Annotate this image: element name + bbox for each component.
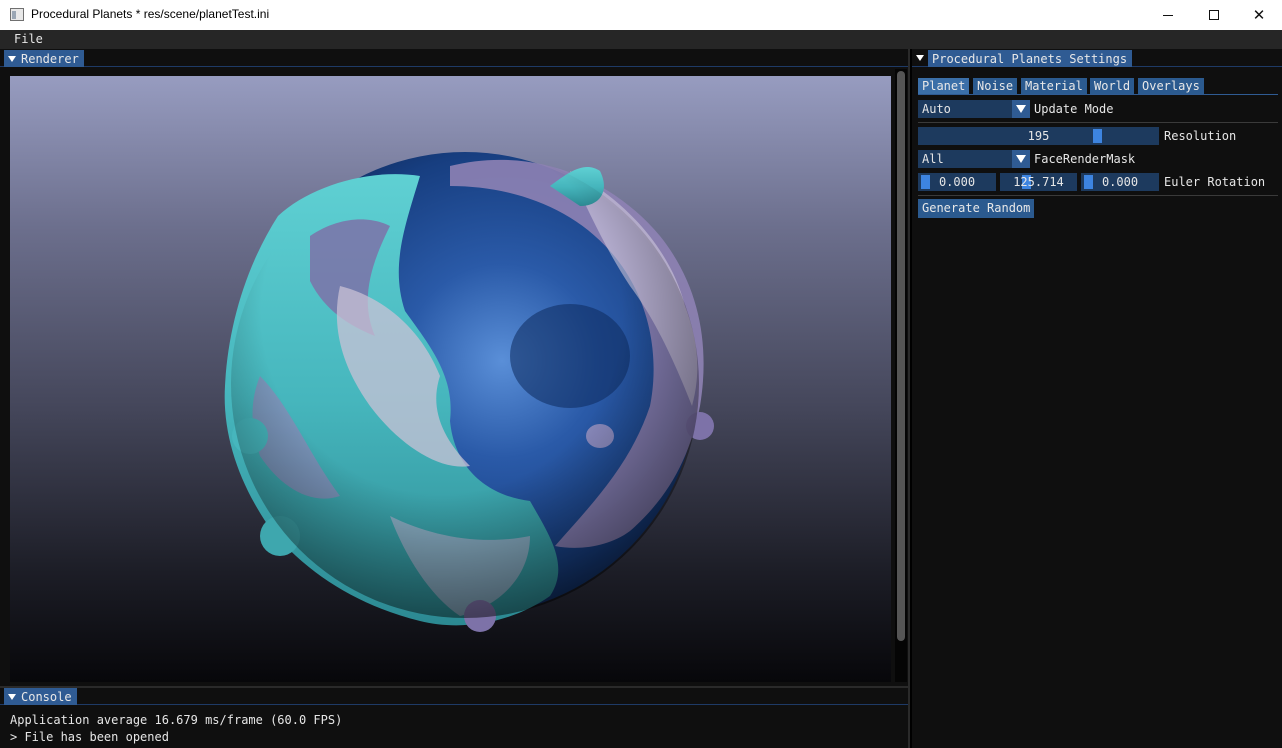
settings-tab[interactable]: Procedural Planets Settings bbox=[928, 50, 1133, 67]
euler-rotation-label: Euler Rotation bbox=[1164, 175, 1266, 189]
console-line: > File has been opened bbox=[10, 730, 169, 744]
face-render-mask-dropdown-button[interactable] bbox=[1012, 150, 1030, 168]
minimize-button[interactable] bbox=[1145, 0, 1191, 30]
chevron-down-icon bbox=[1016, 105, 1026, 113]
maximize-icon bbox=[1209, 10, 1219, 20]
euler-rotation-x-slider[interactable]: 0.000 bbox=[918, 173, 996, 191]
maximize-button[interactable] bbox=[1191, 0, 1237, 30]
generate-random-button[interactable]: Generate Random bbox=[918, 199, 1035, 218]
minimize-icon bbox=[1163, 14, 1173, 16]
window-title: Procedural Planets * res/scene/planetTes… bbox=[31, 7, 270, 21]
update-mode-label: Update Mode bbox=[1034, 102, 1114, 116]
euler-rotation-z-slider[interactable]: 0.000 bbox=[1081, 173, 1159, 191]
settings-window: Procedural Planets Settings Planet Noise… bbox=[912, 49, 1282, 748]
tab-underline bbox=[918, 94, 1278, 95]
planet-render bbox=[224, 150, 714, 632]
menu-file[interactable]: File bbox=[14, 32, 43, 46]
tab-overlays[interactable]: Overlays bbox=[1138, 78, 1204, 94]
euler-rotation-y-slider[interactable]: 125.714 bbox=[1000, 173, 1077, 191]
update-mode-value: Auto bbox=[922, 102, 951, 116]
console-tab[interactable]: Console bbox=[4, 688, 77, 705]
window-titlebar: Procedural Planets * res/scene/planetTes… bbox=[0, 0, 1282, 30]
tab-world[interactable]: World bbox=[1090, 78, 1135, 94]
euler-rotation-z-value: 0.000 bbox=[1101, 175, 1139, 189]
euler-rotation-x-grab[interactable] bbox=[921, 175, 930, 189]
renderer-scrollbar-thumb[interactable] bbox=[897, 71, 905, 641]
settings-header: Procedural Planets Settings bbox=[912, 49, 1282, 67]
tab-noise[interactable]: Noise bbox=[973, 78, 1018, 94]
collapse-icon[interactable] bbox=[8, 693, 16, 700]
app-icon bbox=[10, 8, 24, 21]
console-window: Console Application average 16.679 ms/fr… bbox=[0, 686, 910, 748]
renderer-tab[interactable]: Renderer bbox=[4, 50, 84, 67]
renderer-window: Renderer bbox=[0, 49, 910, 686]
face-render-mask-label: FaceRenderMask bbox=[1034, 152, 1136, 166]
collapse-icon[interactable] bbox=[916, 55, 924, 61]
tab-planet[interactable]: Planet bbox=[918, 78, 970, 94]
separator bbox=[918, 195, 1278, 196]
renderer-scrollbar[interactable] bbox=[895, 69, 907, 682]
update-mode-combo[interactable]: Auto bbox=[918, 100, 1030, 118]
collapse-icon[interactable] bbox=[8, 55, 16, 62]
resolution-slider[interactable]: 195 bbox=[918, 127, 1159, 145]
close-button[interactable]: ✕ bbox=[1236, 0, 1282, 30]
euler-rotation-y-value: 125.714 bbox=[1013, 175, 1064, 189]
renderer-header: Renderer bbox=[0, 49, 908, 67]
planet-shading bbox=[231, 150, 699, 618]
console-header: Console bbox=[0, 688, 908, 705]
euler-rotation-x-value: 0.000 bbox=[938, 175, 976, 189]
euler-rotation-z-grab[interactable] bbox=[1084, 175, 1093, 189]
separator bbox=[918, 122, 1278, 123]
face-render-mask-value: All bbox=[922, 152, 944, 166]
close-icon: ✕ bbox=[1252, 7, 1266, 24]
resolution-slider-grab[interactable] bbox=[1093, 129, 1102, 143]
settings-tab-label: Procedural Planets Settings bbox=[932, 51, 1128, 66]
resolution-label: Resolution bbox=[1164, 129, 1237, 143]
resolution-value: 195 bbox=[1027, 129, 1050, 143]
console-tab-label: Console bbox=[21, 689, 72, 704]
chevron-down-icon bbox=[1016, 155, 1026, 163]
renderer-tab-label: Renderer bbox=[21, 51, 79, 66]
tab-material[interactable]: Material bbox=[1021, 78, 1087, 94]
face-render-mask-combo[interactable]: All bbox=[918, 150, 1030, 168]
render-viewport[interactable] bbox=[10, 76, 891, 682]
main-menubar: File bbox=[0, 30, 1282, 49]
update-mode-dropdown-button[interactable] bbox=[1012, 100, 1030, 118]
console-line: Application average 16.679 ms/frame (60.… bbox=[10, 713, 343, 727]
